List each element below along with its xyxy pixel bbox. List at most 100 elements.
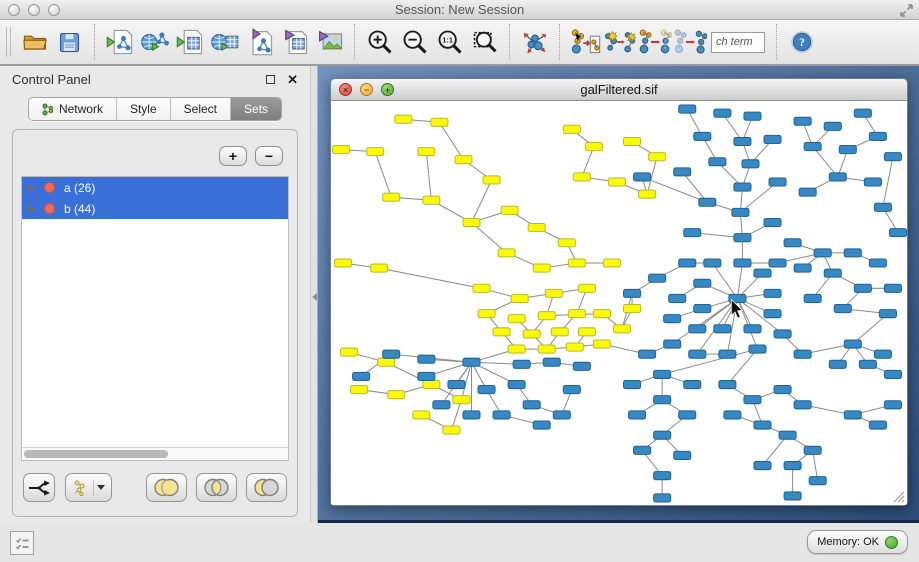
traffic-lights bbox=[8, 4, 60, 16]
remove-set-button[interactable]: − bbox=[255, 146, 283, 166]
sets-panel: + − a (26) b (44) bbox=[12, 129, 298, 517]
toolbar-separator bbox=[354, 24, 355, 60]
zoom-actual-size-button[interactable]: 1:1 bbox=[432, 23, 467, 61]
new-network-selected-nodes-all-edges-button[interactable] bbox=[637, 23, 672, 61]
maximize-view-button[interactable]: + bbox=[381, 83, 394, 96]
create-set-from-network-button[interactable] bbox=[65, 473, 112, 502]
tab-style[interactable]: Style bbox=[117, 98, 171, 120]
dropdown-arrow-icon bbox=[97, 485, 105, 490]
new-network-from-selection-icon bbox=[567, 26, 602, 58]
toolbar-separator bbox=[509, 24, 510, 60]
venn-buttons bbox=[146, 473, 287, 502]
horizontal-scrollbar[interactable] bbox=[22, 447, 288, 460]
select-first-neighbors-icon bbox=[602, 26, 637, 58]
network-window-buttons: × − + bbox=[339, 83, 394, 96]
toolbar-separator bbox=[94, 24, 95, 60]
minimize-view-button[interactable]: − bbox=[360, 83, 373, 96]
set-label: b (44) bbox=[64, 202, 95, 216]
select-first-neighbors-button[interactable] bbox=[602, 23, 637, 61]
resize-grip-icon[interactable] bbox=[891, 489, 905, 503]
export-network-icon bbox=[245, 27, 275, 57]
export-network-button[interactable] bbox=[242, 23, 277, 61]
toolbar-separator bbox=[776, 24, 777, 60]
network-window-titlebar[interactable]: × − + galFiltered.sif bbox=[331, 79, 907, 101]
import-network-file-button[interactable] bbox=[102, 23, 137, 61]
set-difference-button[interactable] bbox=[246, 473, 287, 502]
intersection-venn-icon bbox=[201, 477, 232, 498]
expand-triangle-icon[interactable] bbox=[28, 184, 35, 192]
minimize-window-button[interactable] bbox=[28, 4, 40, 16]
set-marker-icon bbox=[44, 182, 55, 193]
search-input[interactable] bbox=[711, 32, 765, 53]
import-table-file-button[interactable] bbox=[172, 23, 207, 61]
task-checklist-icon bbox=[15, 536, 30, 550]
control-panel: Control Panel ✕ Network Style Select Set… bbox=[0, 66, 310, 523]
zoom-fit-selected-button[interactable] bbox=[467, 23, 502, 61]
split-arrows-icon bbox=[27, 479, 51, 497]
set-label: a (26) bbox=[64, 181, 95, 195]
svg-text:?: ? bbox=[799, 37, 805, 49]
panel-splitter[interactable] bbox=[310, 66, 318, 523]
collapse-panel-arrow-icon[interactable] bbox=[312, 293, 317, 301]
set-union-button[interactable] bbox=[146, 473, 187, 502]
new-network-from-selection-button[interactable] bbox=[567, 23, 602, 61]
difference-venn-icon bbox=[251, 477, 282, 498]
open-session-button[interactable] bbox=[17, 23, 52, 61]
set-marker-icon bbox=[44, 203, 55, 214]
add-set-button[interactable]: + bbox=[219, 146, 247, 166]
network-view-window[interactable]: × − + galFiltered.sif bbox=[330, 78, 908, 506]
window-title: Session: New Session bbox=[0, 2, 919, 17]
network-nodes[interactable] bbox=[333, 105, 907, 502]
close-window-button[interactable] bbox=[8, 4, 20, 16]
network-graph[interactable] bbox=[331, 101, 907, 505]
control-panel-header: Control Panel ✕ bbox=[0, 66, 310, 93]
application-window: Session: New Session bbox=[0, 0, 919, 562]
import-network-web-button[interactable] bbox=[137, 23, 172, 61]
new-network-selected-nodes-all-edges-icon bbox=[637, 26, 672, 58]
tab-network[interactable]: Network bbox=[29, 98, 117, 120]
floppy-disk-icon bbox=[56, 29, 83, 56]
set-list-item[interactable]: b (44) bbox=[22, 198, 288, 219]
apply-preferred-layout-button[interactable] bbox=[517, 23, 552, 61]
export-image-button[interactable] bbox=[312, 23, 347, 61]
import-table-web-icon bbox=[210, 27, 240, 57]
help-button[interactable]: ? bbox=[784, 23, 819, 61]
zoom-fit-selected-icon bbox=[471, 28, 499, 56]
toolbar-separator bbox=[559, 24, 560, 60]
network-window-title: galFiltered.sif bbox=[331, 82, 907, 97]
set-list-item[interactable]: a (26) bbox=[22, 177, 288, 198]
split-set-button[interactable] bbox=[23, 473, 55, 502]
status-bar: Memory: OK bbox=[0, 523, 919, 562]
close-panel-icon[interactable]: ✕ bbox=[287, 73, 298, 86]
toolbar-drag-handle[interactable] bbox=[6, 27, 11, 57]
expand-triangle-icon[interactable] bbox=[28, 205, 35, 213]
tab-sets[interactable]: Sets bbox=[231, 98, 281, 120]
close-view-button[interactable]: × bbox=[339, 83, 352, 96]
save-session-button[interactable] bbox=[52, 23, 87, 61]
tab-style-label: Style bbox=[130, 102, 157, 116]
import-table-file-icon bbox=[175, 27, 205, 57]
memory-status-button[interactable]: Memory: OK bbox=[807, 530, 908, 554]
new-network-selected-nodes-selected-edges-button[interactable] bbox=[672, 23, 707, 61]
zoom-in-button[interactable] bbox=[362, 23, 397, 61]
export-image-icon bbox=[315, 27, 345, 57]
tab-select[interactable]: Select bbox=[171, 98, 231, 120]
new-network-selected-nodes-selected-edges-icon bbox=[672, 26, 707, 58]
float-panel-icon[interactable] bbox=[266, 75, 275, 84]
scrollbar-thumb[interactable] bbox=[24, 450, 168, 458]
tab-sets-label: Sets bbox=[244, 102, 268, 116]
export-table-button[interactable] bbox=[277, 23, 312, 61]
yellow-network-icon bbox=[72, 479, 90, 496]
export-table-icon bbox=[280, 27, 310, 57]
zoom-out-button[interactable] bbox=[397, 23, 432, 61]
set-intersection-button[interactable] bbox=[196, 473, 237, 502]
task-history-button[interactable] bbox=[10, 531, 34, 555]
network-tab-icon bbox=[42, 103, 54, 116]
memory-ok-indicator-icon bbox=[885, 536, 898, 549]
network-canvas[interactable] bbox=[331, 101, 907, 505]
sets-toolbar: + − bbox=[21, 138, 289, 176]
import-table-web-button[interactable] bbox=[207, 23, 242, 61]
zoom-window-button[interactable] bbox=[48, 4, 60, 16]
fullscreen-icon[interactable] bbox=[899, 3, 914, 23]
sets-list: a (26) b (44) bbox=[21, 176, 289, 461]
